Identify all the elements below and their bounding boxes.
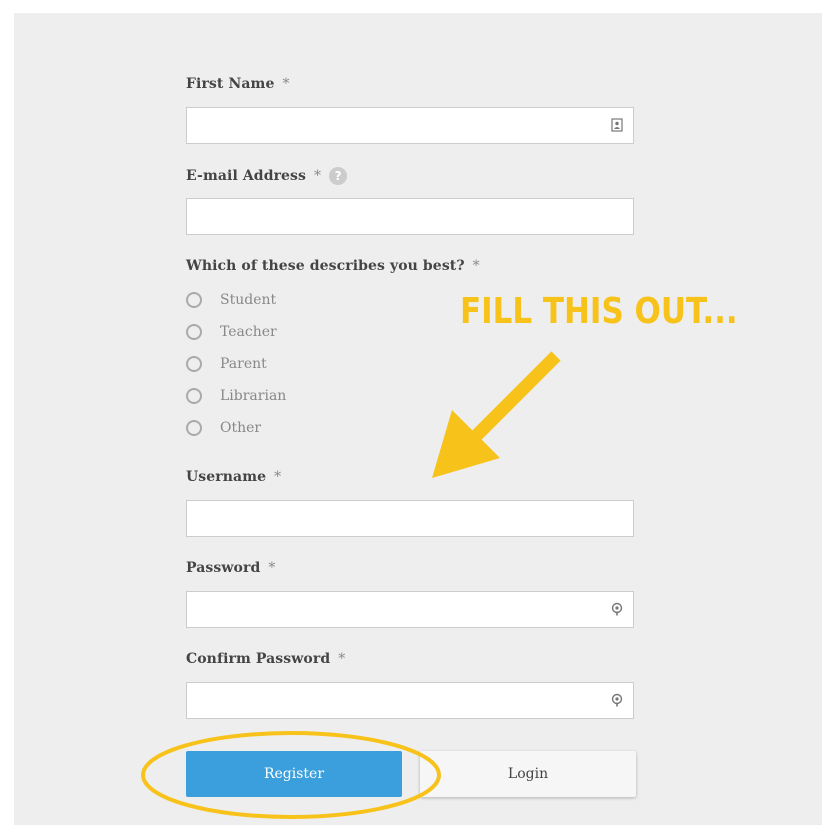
annotation-arrow-icon <box>432 351 561 478</box>
annotation-overlay <box>141 351 561 819</box>
annotation-circle-icon <box>141 731 441 819</box>
